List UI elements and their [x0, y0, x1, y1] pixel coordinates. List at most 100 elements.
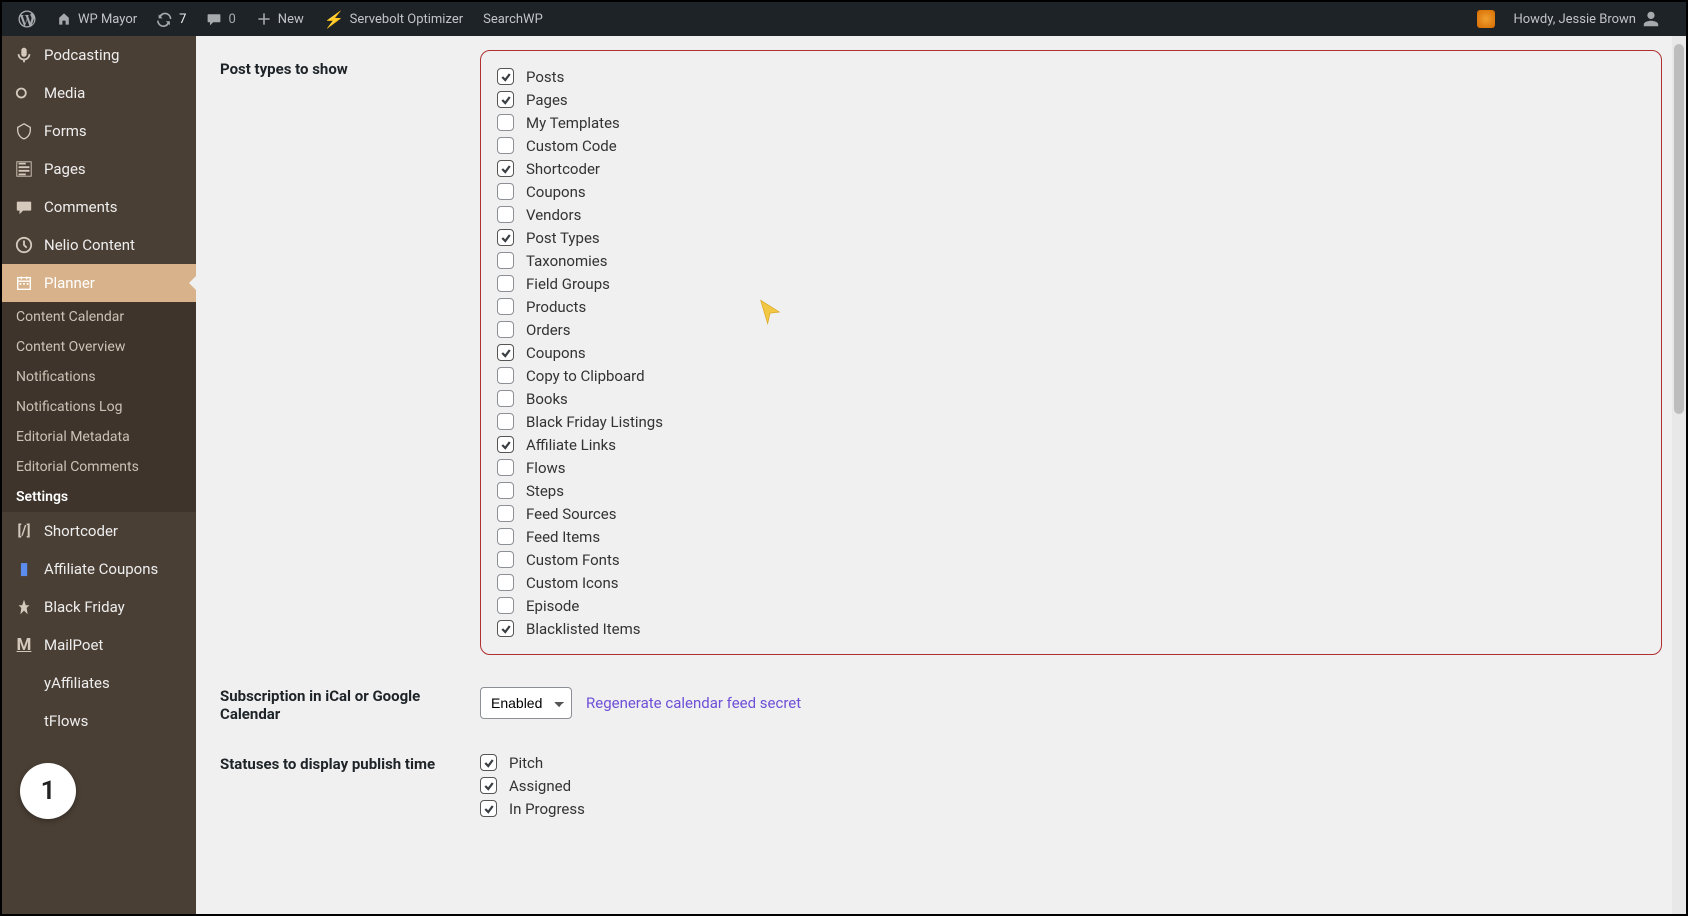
post-type-row: Black Friday Listings: [497, 410, 1645, 433]
post-type-checkbox[interactable]: [497, 114, 514, 131]
sidebar-item-podcasting[interactable]: Podcasting: [2, 36, 196, 74]
post-type-row: Copy to Clipboard: [497, 364, 1645, 387]
sidebar-item-label: Affiliate Coupons: [44, 560, 158, 578]
post-type-row: Taxonomies: [497, 249, 1645, 272]
clock-icon: [14, 235, 34, 255]
sidebar-item-label: Forms: [44, 122, 87, 140]
post-type-checkbox[interactable]: [497, 505, 514, 522]
post-type-checkbox[interactable]: [497, 68, 514, 85]
submenu-editorial-comments[interactable]: Editorial Comments: [2, 452, 196, 482]
post-type-label: Coupons: [526, 183, 586, 201]
sidebar-item-pages[interactable]: Pages: [2, 150, 196, 188]
post-type-row: Shortcoder: [497, 157, 1645, 180]
sidebar-item-planner[interactable]: Planner: [2, 264, 196, 302]
status-checkbox[interactable]: [480, 800, 497, 817]
post-type-row: Field Groups: [497, 272, 1645, 295]
sidebar-item-label: Podcasting: [44, 46, 119, 64]
post-type-label: Field Groups: [526, 275, 610, 293]
sidebar-item-forms[interactable]: Forms: [2, 112, 196, 150]
post-type-row: Feed Items: [497, 525, 1645, 548]
pages-icon: [14, 159, 34, 179]
post-type-label: Feed Sources: [526, 505, 616, 523]
scrollbar-thumb[interactable]: [1674, 44, 1684, 414]
post-type-checkbox[interactable]: [497, 367, 514, 384]
status-checkbox[interactable]: [480, 777, 497, 794]
post-type-checkbox[interactable]: [497, 137, 514, 154]
submenu-content-overview[interactable]: Content Overview: [2, 332, 196, 362]
post-type-label: Affiliate Links: [526, 436, 616, 454]
post-type-checkbox[interactable]: [497, 252, 514, 269]
status-checkbox[interactable]: [480, 754, 497, 771]
post-type-checkbox[interactable]: [497, 298, 514, 315]
post-type-checkbox[interactable]: [497, 551, 514, 568]
post-type-checkbox[interactable]: [497, 413, 514, 430]
post-type-checkbox[interactable]: [497, 459, 514, 476]
post-type-checkbox[interactable]: [497, 229, 514, 246]
sidebar-item-mailpoet[interactable]: MMailPoet: [2, 626, 196, 664]
updates-link[interactable]: 7: [149, 2, 194, 36]
my-account-link[interactable]: Howdy, Jessie Brown: [1505, 2, 1668, 36]
post-type-checkbox[interactable]: [497, 597, 514, 614]
wp-logo[interactable]: [10, 2, 44, 36]
new-content-link[interactable]: New: [248, 2, 312, 36]
post-type-label: Orders: [526, 321, 571, 339]
post-type-label: Posts: [526, 68, 564, 86]
status-row: Assigned: [480, 774, 1662, 797]
howdy-text: Howdy, Jessie Brown: [1513, 12, 1636, 27]
post-type-checkbox[interactable]: [497, 183, 514, 200]
submenu-content-calendar[interactable]: Content Calendar: [2, 302, 196, 332]
post-type-checkbox[interactable]: [497, 275, 514, 292]
post-type-checkbox[interactable]: [497, 321, 514, 338]
post-type-checkbox[interactable]: [497, 528, 514, 545]
post-type-checkbox[interactable]: [497, 482, 514, 499]
post-type-checkbox[interactable]: [497, 206, 514, 223]
notification-avatar-icon[interactable]: [1477, 10, 1495, 28]
site-name-link[interactable]: WP Mayor: [48, 2, 145, 36]
submenu-editorial-metadata[interactable]: Editorial Metadata: [2, 422, 196, 452]
post-type-checkbox[interactable]: [497, 160, 514, 177]
post-type-checkbox[interactable]: [497, 620, 514, 637]
submenu-settings[interactable]: Settings: [2, 482, 196, 512]
servebolt-link[interactable]: ⚡ Servebolt Optimizer: [316, 2, 471, 36]
regenerate-link[interactable]: Regenerate calendar feed secret: [586, 694, 801, 712]
searchwp-link[interactable]: SearchWP: [475, 2, 551, 36]
sidebar-item-shortcoder[interactable]: [/]Shortcoder: [2, 512, 196, 550]
sidebar-item-comments[interactable]: Comments: [2, 188, 196, 226]
post-type-label: Pages: [526, 91, 568, 109]
subscription-select[interactable]: Enabled: [480, 687, 572, 719]
sidebar-item-label: Nelio Content: [44, 236, 135, 254]
sidebar-item-affiliates[interactable]: yAffiliates: [2, 664, 196, 702]
post-type-label: Episode: [526, 597, 579, 615]
post-type-label: Custom Icons: [526, 574, 618, 592]
post-type-row: Posts: [497, 65, 1645, 88]
post-type-checkbox[interactable]: [497, 436, 514, 453]
searchwp-label: SearchWP: [483, 12, 543, 27]
sidebar-item-nelio[interactable]: Nelio Content: [2, 226, 196, 264]
post-type-row: Custom Code: [497, 134, 1645, 157]
sidebar-item-media[interactable]: Media: [2, 74, 196, 112]
scrollbar[interactable]: [1672, 36, 1686, 914]
post-type-checkbox[interactable]: [497, 91, 514, 108]
post-type-label: Copy to Clipboard: [526, 367, 645, 385]
post-type-row: Flows: [497, 456, 1645, 479]
sidebar-submenu: Content Calendar Content Overview Notifi…: [2, 302, 196, 512]
sidebar-item-label: Media: [44, 84, 85, 102]
post-type-checkbox[interactable]: [497, 344, 514, 361]
post-type-label: Blacklisted Items: [526, 620, 641, 638]
post-type-row: Coupons: [497, 180, 1645, 203]
sidebar-item-black-friday[interactable]: Black Friday: [2, 588, 196, 626]
post-type-row: Orders: [497, 318, 1645, 341]
sidebar-item-flows[interactable]: tFlows: [2, 702, 196, 740]
media-icon: [14, 83, 34, 103]
sidebar-item-affiliate-coupons[interactable]: ▮ Affiliate Coupons: [2, 550, 196, 588]
submenu-notifications-log[interactable]: Notifications Log: [2, 392, 196, 422]
post-type-row: Custom Icons: [497, 571, 1645, 594]
post-type-checkbox[interactable]: [497, 390, 514, 407]
post-type-row: Blacklisted Items: [497, 617, 1645, 640]
flows-icon: [14, 711, 34, 731]
coupon-icon: ▮: [14, 559, 34, 579]
new-label: New: [278, 12, 304, 27]
post-type-checkbox[interactable]: [497, 574, 514, 591]
submenu-notifications[interactable]: Notifications: [2, 362, 196, 392]
comments-link[interactable]: 0: [198, 2, 243, 36]
